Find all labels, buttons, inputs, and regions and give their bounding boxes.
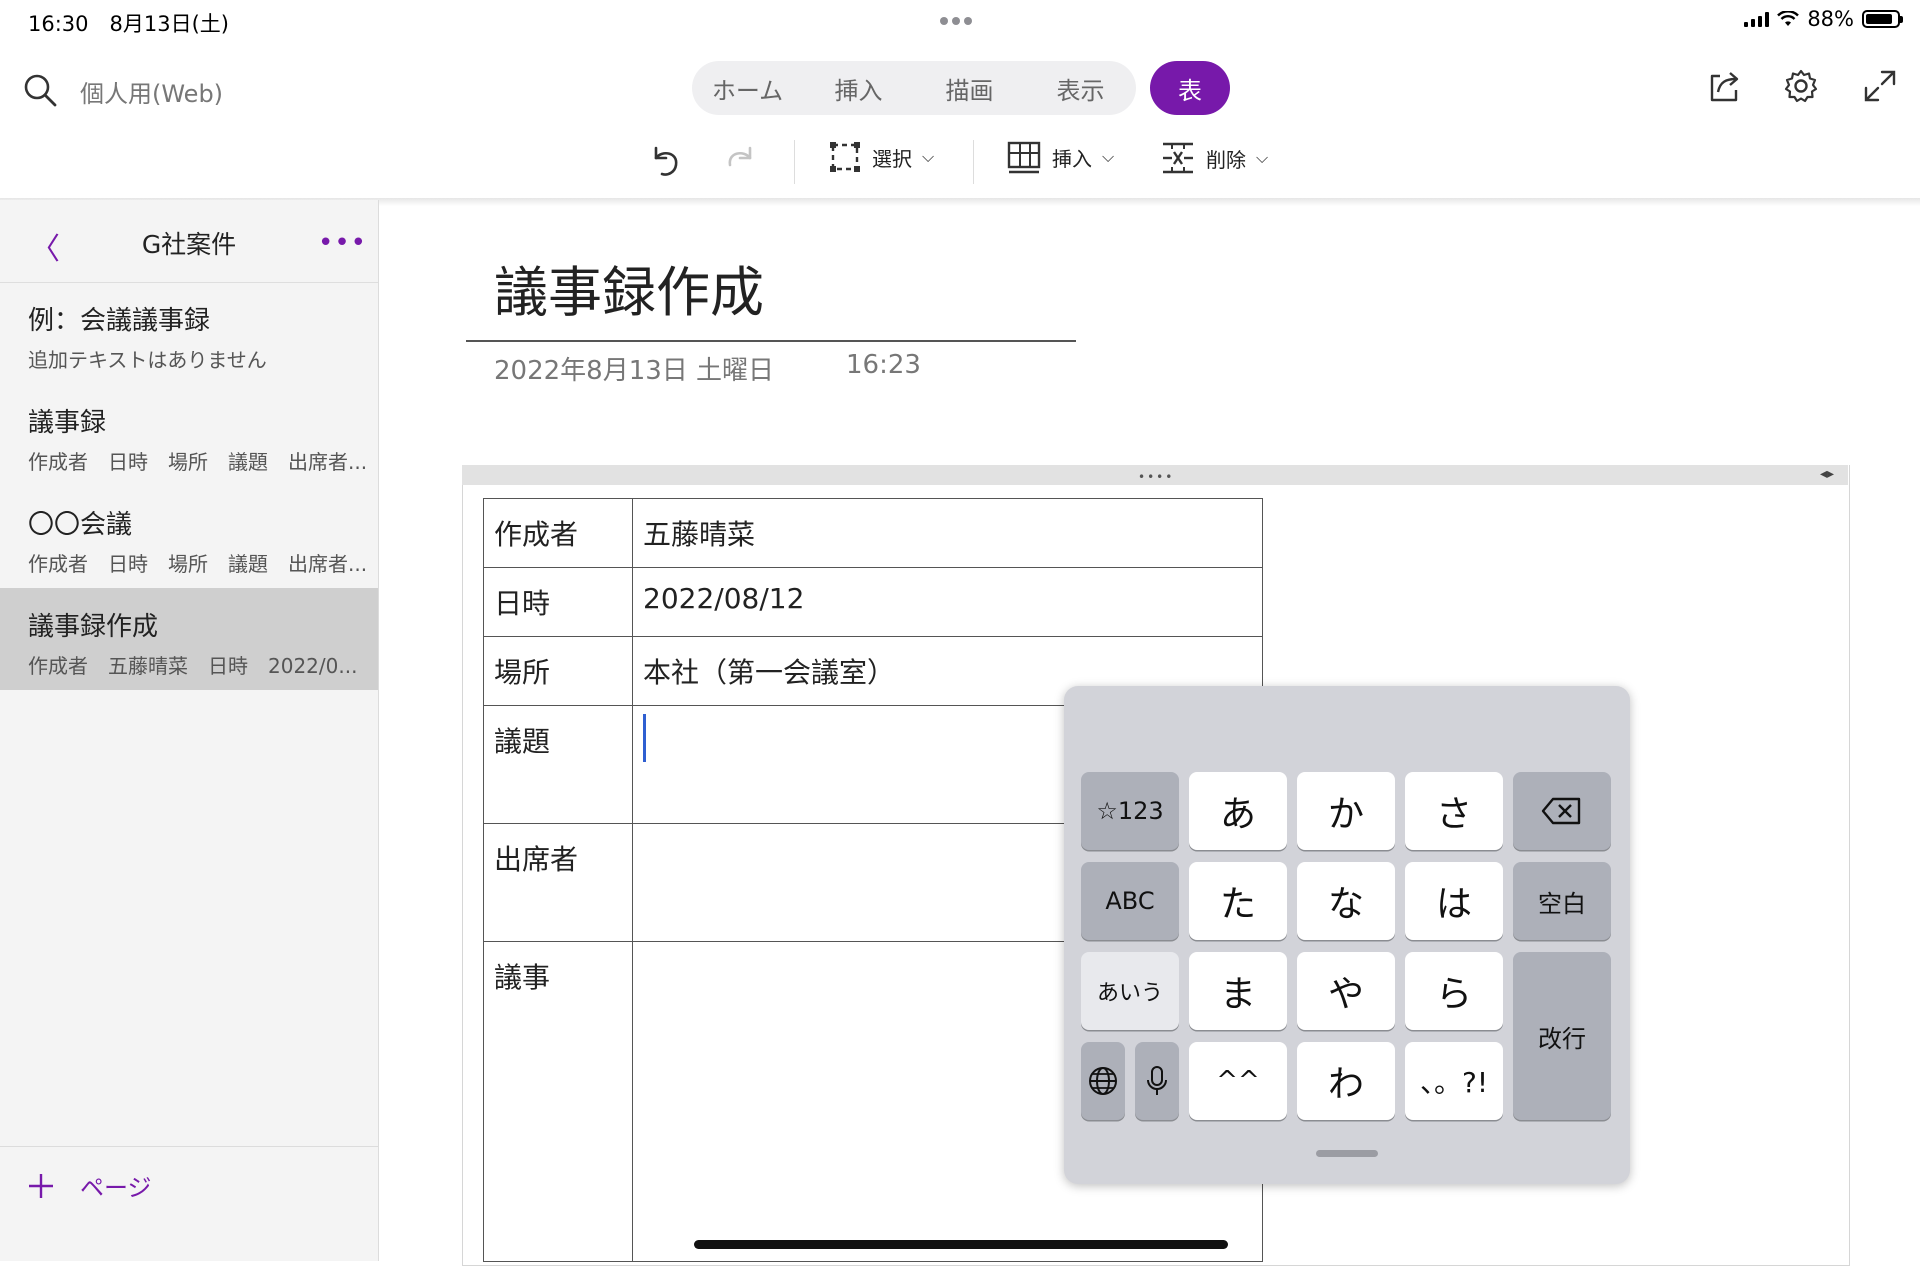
key-sa[interactable]: さ	[1405, 772, 1503, 850]
key-space[interactable]: 空白	[1513, 862, 1611, 940]
globe-icon	[1089, 1067, 1117, 1095]
tab-table[interactable]: 表	[1150, 61, 1230, 115]
drag-handle-icon[interactable]: ••••	[1138, 470, 1174, 484]
delete-label: 削除	[1206, 147, 1246, 172]
battery-percent: 88%	[1807, 7, 1854, 31]
wifi-icon	[1777, 11, 1800, 26]
table-cell-label[interactable]: 作成者	[483, 498, 633, 568]
key-kana-mode[interactable]: あいう	[1081, 952, 1179, 1030]
page-item-preview: 作成者 日時 場所 議題 出席者...	[28, 450, 368, 474]
tab-insert[interactable]: 挿入	[803, 71, 914, 106]
text-cursor	[643, 714, 646, 762]
more-options-icon[interactable]: •••	[318, 228, 367, 258]
tab-view[interactable]: 表示	[1025, 71, 1136, 106]
select-button[interactable]: 選択 ⌵	[828, 140, 934, 174]
page-date: 2022年8月13日 土曜日	[494, 356, 775, 386]
key-backspace[interactable]	[1513, 772, 1611, 850]
table-cell-label[interactable]: 議事	[483, 941, 633, 1262]
toolbar-divider	[794, 140, 795, 184]
gear-icon[interactable]	[1783, 68, 1819, 104]
page-list-item[interactable]: 議事録 作成者 日時 場所 議題 出席者...	[0, 384, 378, 486]
ribbon-tabs: ホーム 挿入 描画 表示	[692, 61, 1136, 115]
table-cell-label[interactable]: 議題	[483, 705, 633, 824]
table-row: 作成者 五藤晴菜	[483, 498, 1263, 568]
title-underline	[466, 340, 1076, 342]
key-ma[interactable]: ま	[1189, 952, 1287, 1030]
expand-icon[interactable]	[1862, 68, 1898, 104]
page-item-title: 例：会議議事録	[28, 306, 211, 336]
chevron-down-icon: ⌵	[922, 147, 935, 166]
sidebar-divider	[0, 1146, 378, 1147]
table-cell-label[interactable]: 場所	[483, 636, 633, 706]
key-ka[interactable]: か	[1297, 772, 1395, 850]
add-page-button[interactable]: ページ	[26, 1168, 152, 1203]
insert-label: 挿入	[1052, 146, 1092, 171]
tab-home[interactable]: ホーム	[692, 71, 803, 106]
page-list-item[interactable]: 例：会議議事録 追加テキストはありません	[0, 282, 378, 384]
page-list-item[interactable]: 〇〇会議 作成者 日時 場所 議題 出席者...	[0, 486, 378, 588]
notebook-search-label[interactable]: 個人用(Web)	[80, 74, 223, 109]
chevron-down-icon: ⌵	[1102, 147, 1115, 166]
page-item-title: 議事録	[28, 408, 107, 438]
page-list-item-selected[interactable]: 議事録作成 作成者 五藤晴菜 日時 2022/0...	[0, 588, 378, 690]
key-ya[interactable]: や	[1297, 952, 1395, 1030]
select-icon	[830, 142, 860, 172]
delete-table-button[interactable]: 削除 ⌵	[1160, 140, 1268, 176]
status-time: 16:30 8月13日(土)	[28, 12, 229, 36]
key-globe[interactable]	[1081, 1042, 1125, 1120]
table-row: 日時 2022/08/12	[483, 567, 1263, 637]
table-insert-icon	[1007, 141, 1041, 174]
key-na[interactable]: な	[1297, 862, 1395, 940]
floating-keyboard: ☆123 あ か さ ABC た な は 空白 あいう ま や ら 改行 ^^ …	[1064, 686, 1630, 1184]
insert-table-button[interactable]: 挿入 ⌵	[1006, 140, 1114, 174]
table-cell-value[interactable]: 五藤晴菜	[632, 498, 1263, 568]
signal-icon	[1744, 11, 1770, 27]
select-label: 選択	[872, 146, 912, 171]
page-item-preview: 作成者 日時 場所 議題 出席者...	[28, 552, 368, 576]
key-a[interactable]: あ	[1189, 772, 1287, 850]
key-enter[interactable]: 改行	[1513, 952, 1611, 1120]
table-cell-value[interactable]: 2022/08/12	[632, 567, 1263, 637]
page-time: 16:23	[846, 350, 921, 380]
table-delete-icon	[1163, 142, 1193, 174]
key-ta[interactable]: た	[1189, 862, 1287, 940]
backspace-icon	[1541, 797, 1581, 825]
status-indicators: 88%	[1744, 7, 1903, 31]
add-page-label: ページ	[80, 1174, 152, 1202]
page-item-title: 〇〇会議	[28, 510, 133, 540]
toolbar-divider	[973, 140, 974, 184]
resize-arrows-icon[interactable]: ◂▸	[1820, 466, 1834, 482]
page-item-preview: 作成者 五藤晴菜 日時 2022/0...	[28, 654, 358, 678]
key-wa[interactable]: わ	[1297, 1042, 1395, 1120]
key-dictation[interactable]	[1135, 1042, 1179, 1120]
share-icon[interactable]	[1706, 68, 1742, 104]
keyboard-drag-handle[interactable]	[1316, 1150, 1378, 1157]
key-punctuation[interactable]: 、。?!	[1405, 1042, 1503, 1120]
key-kaomoji[interactable]: ^^	[1189, 1042, 1287, 1120]
microphone-icon	[1147, 1066, 1167, 1095]
key-ra[interactable]: ら	[1405, 952, 1503, 1030]
home-indicator[interactable]	[694, 1240, 1228, 1249]
tab-draw[interactable]: 描画	[914, 71, 1025, 106]
undo-icon[interactable]	[646, 142, 684, 180]
redo-icon[interactable]	[722, 142, 760, 180]
key-abc[interactable]: ABC	[1081, 862, 1179, 940]
chevron-down-icon: ⌵	[1256, 148, 1269, 167]
key-symbols[interactable]: ☆123	[1081, 772, 1179, 850]
battery-icon	[1862, 10, 1903, 28]
page-title[interactable]: 議事録作成	[494, 248, 764, 327]
plus-icon	[29, 1173, 53, 1198]
page-item-preview: 追加テキストはありません	[28, 348, 267, 372]
page-item-title: 議事録作成	[28, 612, 159, 642]
multitasking-dots[interactable]	[940, 10, 976, 29]
table-cell-label[interactable]: 出席者	[483, 823, 633, 942]
table-cell-label[interactable]: 日時	[483, 567, 633, 637]
key-ha[interactable]: は	[1405, 862, 1503, 940]
search-icon[interactable]	[22, 72, 58, 108]
